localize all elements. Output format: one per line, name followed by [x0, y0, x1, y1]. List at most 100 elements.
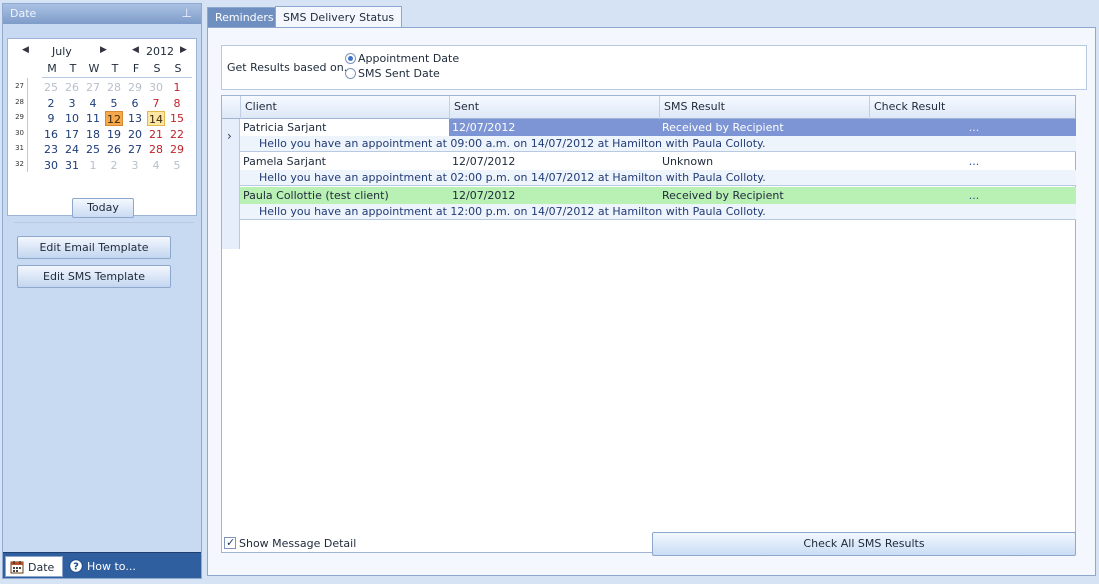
calendar-day[interactable]: 27 [84, 80, 102, 95]
check-result-button[interactable]: ... [869, 153, 1076, 170]
show-message-detail-option[interactable]: Show Message Detail [224, 536, 357, 550]
calendar-day[interactable]: 17 [63, 127, 81, 142]
calendar-day[interactable]: 23 [42, 142, 60, 157]
calendar-day[interactable]: 25 [42, 80, 60, 95]
grid-header: Client Sent SMS Result Check Result [222, 96, 1075, 119]
show-message-detail-checkbox[interactable] [224, 536, 236, 549]
tab-date[interactable]: Date [5, 556, 63, 577]
calendar-footer-divider [14, 222, 194, 223]
tab-how-to[interactable]: ? How to... [65, 556, 141, 577]
calendar-day[interactable]: 16 [42, 127, 60, 142]
calendar-day[interactable]: 30 [42, 158, 60, 173]
week-number: 31 [15, 144, 24, 152]
column-header-sms-result[interactable]: SMS Result [659, 96, 869, 119]
calendar-day[interactable]: 25 [84, 142, 102, 157]
calendar-day[interactable]: 13 [126, 111, 144, 126]
tab-reminders[interactable]: Reminders [207, 7, 282, 28]
calendar-month: July [52, 45, 72, 58]
check-all-sms-results-button[interactable]: Check All SMS Results [652, 532, 1076, 556]
calendar-day[interactable]: 3 [126, 158, 144, 173]
row-indicator-column: › [222, 119, 240, 249]
weekday-label: W [88, 62, 100, 75]
calendar-day[interactable]: 8 [168, 96, 186, 111]
table-row[interactable]: Patricia Sarjant 12/07/2012 Received by … [240, 119, 1076, 136]
svg-text:?: ? [73, 562, 79, 573]
column-header-client[interactable]: Client [240, 96, 449, 119]
calendar-year: 2012 [146, 45, 174, 58]
calendar-day[interactable]: 2 [105, 158, 123, 173]
calendar-day[interactable]: 27 [126, 142, 144, 157]
calendar-day[interactable]: 20 [126, 127, 144, 142]
calendar-day[interactable]: 21 [147, 127, 165, 142]
calendar-day[interactable]: 2 [42, 96, 60, 111]
calendar-week-row: 30 16 17 18 19 20 21 22 [8, 127, 196, 142]
column-header-check-result[interactable]: Check Result [869, 96, 1076, 119]
tab-sms-delivery-status[interactable]: SMS Delivery Status [275, 6, 403, 29]
calendar-day[interactable]: 15 [168, 111, 186, 126]
sent-cell: 12/07/2012 [452, 155, 516, 168]
calendar-day[interactable]: 29 [126, 80, 144, 95]
next-year-arrow-icon[interactable]: ▶ [180, 45, 187, 55]
calendar-day[interactable]: 10 [63, 111, 81, 126]
sms-result-cell: Unknown [662, 155, 714, 168]
edit-sms-template-button[interactable]: Edit SMS Template [17, 265, 171, 288]
sms-sent-date-label: SMS Sent Date [358, 67, 440, 80]
calendar-day[interactable]: 1 [168, 80, 186, 95]
tab-date-label: Date [28, 561, 55, 574]
appointment-date-radio[interactable] [345, 53, 356, 64]
calendar-day[interactable]: 22 [168, 127, 186, 142]
calendar-day[interactable]: 26 [63, 80, 81, 95]
week-number: 28 [15, 97, 24, 106]
calendar-day[interactable]: 14 [147, 111, 165, 126]
calendar-day[interactable]: 26 [105, 142, 123, 157]
calendar-day[interactable]: 4 [84, 96, 102, 111]
calendar-weekday-header: MTWTFSS [8, 62, 196, 76]
check-result-button[interactable]: ... [869, 187, 1076, 204]
prev-month-arrow-icon[interactable]: ◀ [22, 45, 29, 55]
tab-how-to-label: How to... [87, 560, 136, 573]
pin-icon[interactable]: ⊥ [182, 6, 192, 20]
calendar-day[interactable]: 9 [42, 111, 60, 126]
calendar-day[interactable]: 28 [105, 80, 123, 95]
calendar-day[interactable]: 18 [84, 127, 102, 142]
sms-sent-date-option[interactable]: SMS Sent Date [345, 67, 440, 80]
navigation-tab-strip: Date ? How to... [3, 552, 201, 578]
message-detail: Hello you have an appointment at 09:00 a… [240, 136, 1076, 152]
prev-year-arrow-icon[interactable]: ◀ [132, 45, 139, 55]
edit-email-template-button[interactable]: Edit Email Template [17, 236, 171, 259]
column-header-sent[interactable]: Sent [449, 96, 659, 119]
weekday-label: T [69, 62, 77, 75]
calendar-day[interactable]: 6 [126, 96, 144, 111]
check-result-button[interactable]: ... [869, 119, 1076, 136]
calendar-day[interactable]: 19 [105, 127, 123, 142]
calendar-day[interactable]: 12 [105, 111, 123, 126]
calendar-day[interactable]: 31 [63, 158, 81, 173]
next-month-arrow-icon[interactable]: ▶ [100, 45, 107, 55]
sms-sent-date-radio[interactable] [345, 68, 356, 79]
calendar-day[interactable]: 11 [84, 111, 102, 126]
calendar-week-row: 32 30 31 1 2 3 4 5 [8, 158, 196, 173]
calendar-day[interactable]: 4 [147, 158, 165, 173]
calendar-day[interactable]: 29 [168, 142, 186, 157]
calendar-day[interactable]: 1 [84, 158, 102, 173]
calendar-day[interactable]: 24 [63, 142, 81, 157]
table-row[interactable]: Pamela Sarjant 12/07/2012 Unknown ... [240, 153, 1076, 170]
calendar-week-row: 29 9 10 11 12 13 14 15 [8, 111, 196, 126]
date-panel: Date ⊥ ◀ July ▶ ◀ 2012 ▶ MTWTFSS 27 25 26 2… [2, 3, 202, 579]
message-detail: Hello you have an appointment at 12:00 p… [240, 204, 1076, 220]
sent-cell: 12/07/2012 [449, 119, 659, 136]
calendar-day[interactable]: 28 [147, 142, 165, 157]
calendar-day[interactable]: 5 [105, 96, 123, 111]
calendar-icon [10, 561, 24, 574]
appointment-date-option[interactable]: Appointment Date [345, 52, 459, 65]
calendar-divider [42, 77, 192, 78]
show-message-detail-label: Show Message Detail [239, 537, 357, 550]
calendar-day[interactable]: 7 [147, 96, 165, 111]
calendar-day[interactable]: 30 [147, 80, 165, 95]
month-calendar[interactable]: ◀ July ▶ ◀ 2012 ▶ MTWTFSS 27 25 26 27 28 29 30… [7, 38, 197, 223]
table-row[interactable]: Paula Collottie (test client) 12/07/2012… [240, 187, 1076, 204]
calendar-day[interactable]: 5 [168, 158, 186, 173]
calendar-day[interactable]: 3 [63, 96, 81, 111]
today-button[interactable]: Today [72, 198, 134, 218]
appointment-date-label: Appointment Date [358, 52, 460, 65]
